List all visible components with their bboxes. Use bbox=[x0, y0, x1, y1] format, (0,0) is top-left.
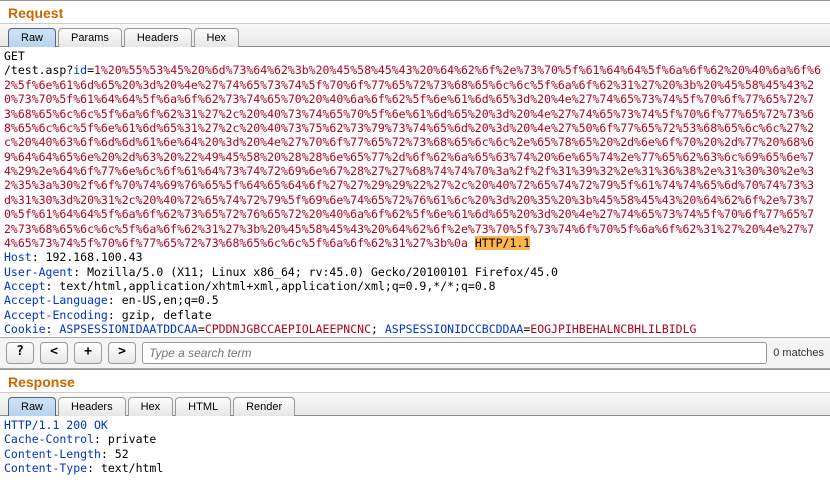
tab-html-response[interactable]: HTML bbox=[175, 397, 231, 416]
response-raw-editor[interactable]: HTTP/1.1 200 OK Cache-Control: private C… bbox=[0, 416, 830, 476]
next-match-button[interactable]: > bbox=[108, 342, 136, 364]
add-button[interactable]: + bbox=[74, 342, 102, 364]
tab-hex-request[interactable]: Hex bbox=[194, 28, 240, 47]
response-tabs: Raw Headers Hex HTML Render bbox=[0, 393, 830, 416]
request-panel: Request Raw Params Headers Hex GET /test… bbox=[0, 0, 830, 337]
tab-hex-response[interactable]: Hex bbox=[128, 397, 174, 416]
http-version: HTTP/1.1 bbox=[475, 236, 530, 250]
query-key: id bbox=[73, 63, 87, 77]
search-input[interactable] bbox=[142, 342, 767, 364]
tab-render-response[interactable]: Render bbox=[233, 397, 295, 416]
request-path: /test.asp bbox=[4, 63, 66, 77]
response-title: Response bbox=[0, 370, 830, 393]
status-line: HTTP/1.1 200 OK bbox=[4, 418, 108, 432]
search-toolbar: ? < + > 0 matches bbox=[0, 337, 830, 369]
request-raw-editor[interactable]: GET /test.asp?id=1%20%55%53%45%20%6d%73%… bbox=[0, 47, 830, 337]
match-count: 0 matches bbox=[773, 347, 824, 359]
tab-raw-response[interactable]: Raw bbox=[8, 397, 56, 416]
request-tabs: Raw Params Headers Hex bbox=[0, 24, 830, 47]
tab-headers-response[interactable]: Headers bbox=[58, 397, 126, 416]
query-value: 1%20%55%53%45%20%6d%73%64%62%3b%20%45%58… bbox=[4, 63, 821, 250]
help-button[interactable]: ? bbox=[6, 342, 34, 364]
tab-params[interactable]: Params bbox=[58, 28, 122, 47]
prev-match-button[interactable]: < bbox=[40, 342, 68, 364]
request-title: Request bbox=[0, 1, 830, 24]
tab-raw-request[interactable]: Raw bbox=[8, 28, 56, 47]
http-method: GET bbox=[4, 49, 25, 63]
tab-headers-request[interactable]: Headers bbox=[124, 28, 192, 47]
response-panel: Response Raw Headers Hex HTML Render HTT… bbox=[0, 369, 830, 476]
